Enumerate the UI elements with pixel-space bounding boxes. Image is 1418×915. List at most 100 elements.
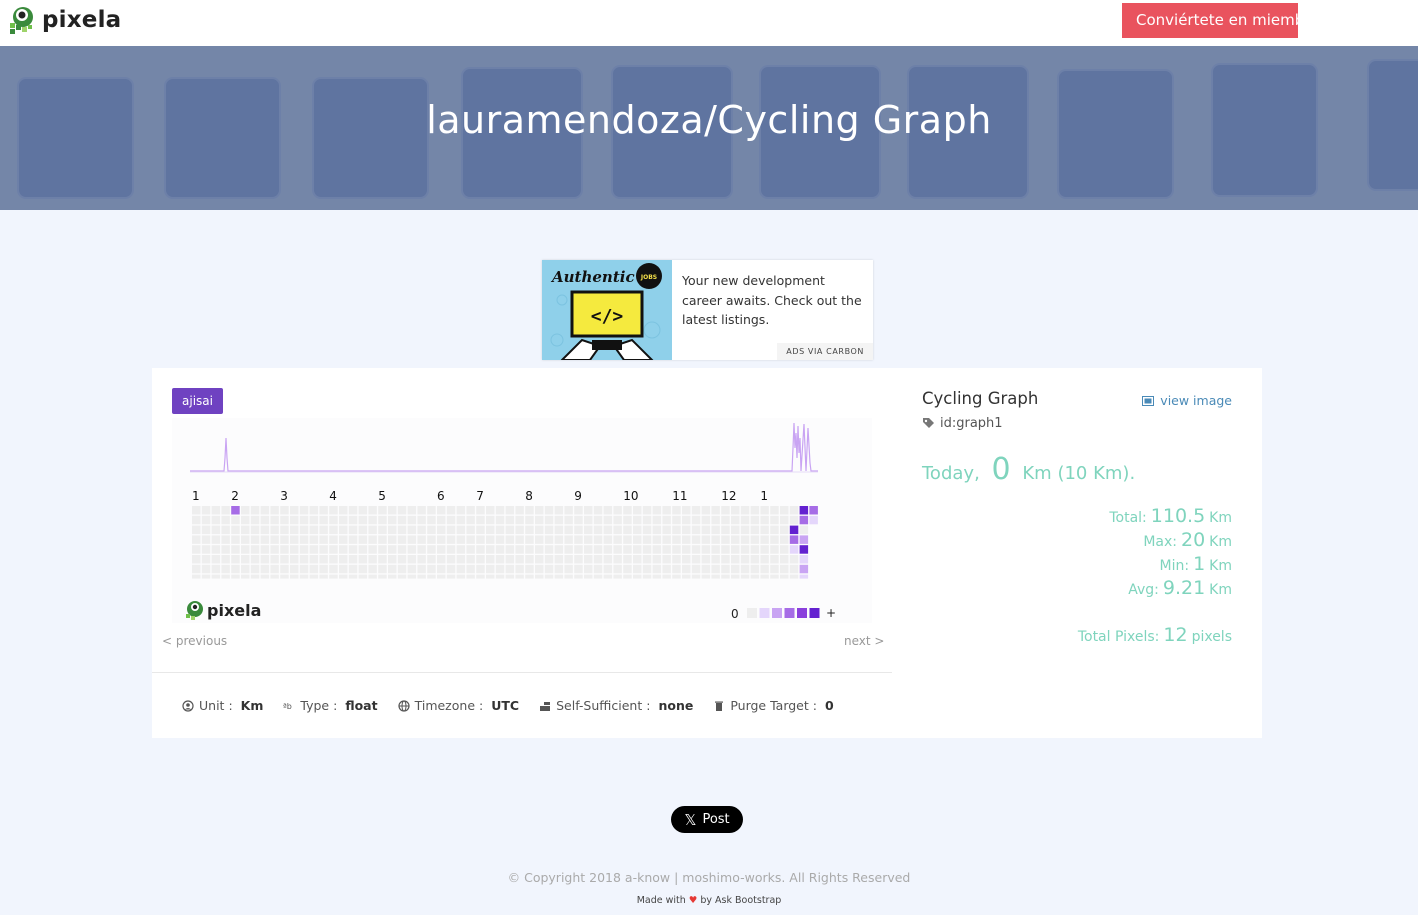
pixel-cell[interactable] xyxy=(780,545,789,554)
pixel-cell[interactable] xyxy=(809,506,818,515)
pixel-cell[interactable] xyxy=(711,525,720,535)
pixel-cell[interactable] xyxy=(593,545,603,554)
pixel-cell[interactable] xyxy=(270,515,279,525)
pixel-cell[interactable] xyxy=(564,515,573,525)
pixel-cell[interactable] xyxy=(740,525,750,535)
pixel-cell[interactable] xyxy=(731,535,740,544)
next-link[interactable]: next > xyxy=(844,634,884,648)
pixel-cell[interactable] xyxy=(544,515,554,525)
pixel-cell[interactable] xyxy=(358,574,368,579)
pixel-cell[interactable] xyxy=(241,574,250,579)
pixel-cell[interactable] xyxy=(770,555,779,564)
pixel-cell[interactable] xyxy=(711,574,720,579)
pixel-cell[interactable] xyxy=(731,515,740,525)
pixel-cell[interactable] xyxy=(397,525,407,535)
pixel-cell[interactable] xyxy=(250,574,260,579)
pixel-cell[interactable] xyxy=(201,506,211,515)
made-by-text[interactable]: by Ask Bootstrap xyxy=(700,895,781,906)
pixel-cell[interactable] xyxy=(672,506,681,515)
pixel-cell[interactable] xyxy=(397,506,407,515)
pixel-cell[interactable] xyxy=(446,564,456,574)
pixel-cell[interactable] xyxy=(299,535,309,544)
pixel-cell[interactable] xyxy=(554,564,564,574)
pixel-cell[interactable] xyxy=(378,535,387,544)
pixel-cell[interactable] xyxy=(672,574,681,579)
pixel-cell[interactable] xyxy=(721,515,730,525)
pixel-cell[interactable] xyxy=(789,555,799,564)
pixel-cell[interactable] xyxy=(789,545,799,554)
pixel-cell[interactable] xyxy=(231,564,240,574)
pixel-cell[interactable] xyxy=(241,506,250,515)
pixel-cell[interactable] xyxy=(290,535,299,544)
pixel-cell[interactable] xyxy=(721,564,730,574)
pixel-cell[interactable] xyxy=(407,545,417,554)
ad-via-label[interactable]: ADS VIA CARBON xyxy=(777,343,873,360)
pixel-cell[interactable] xyxy=(505,525,515,535)
pixel-cell[interactable] xyxy=(446,574,456,579)
pixel-cell[interactable] xyxy=(505,574,515,579)
pixel-cell[interactable] xyxy=(486,535,495,544)
pixel-cell[interactable] xyxy=(662,535,671,544)
pixel-cell[interactable] xyxy=(456,574,466,579)
pixel-cell[interactable] xyxy=(299,574,309,579)
pixel-cell[interactable] xyxy=(642,545,652,554)
pixel-cell[interactable] xyxy=(192,506,201,515)
view-image-link[interactable]: view image xyxy=(1142,393,1232,408)
pixel-cell[interactable] xyxy=(486,515,495,525)
pixel-cell[interactable] xyxy=(486,506,495,515)
pixel-cell[interactable] xyxy=(241,545,250,554)
pixel-cell[interactable] xyxy=(270,574,279,579)
pixel-cell[interactable] xyxy=(309,564,319,574)
pixel-cell[interactable] xyxy=(584,564,593,574)
pixel-cell[interactable] xyxy=(701,574,711,579)
pixel-cell[interactable] xyxy=(535,535,544,544)
pixel-cell[interactable] xyxy=(319,574,328,579)
pixel-cell[interactable] xyxy=(466,574,475,579)
pixel-cell[interactable] xyxy=(201,545,211,554)
pixel-cell[interactable] xyxy=(486,525,495,535)
pixel-cell[interactable] xyxy=(613,545,622,554)
pixel-cell[interactable] xyxy=(417,525,426,535)
pixel-cell[interactable] xyxy=(407,515,417,525)
pixel-cell[interactable] xyxy=(211,506,221,515)
pixel-cell[interactable] xyxy=(437,535,446,544)
pixel-cell[interactable] xyxy=(789,515,799,525)
pixel-cell[interactable] xyxy=(368,535,377,544)
pixel-cell[interactable] xyxy=(309,555,319,564)
pixel-cell[interactable] xyxy=(652,545,662,554)
pixel-cell[interactable] xyxy=(544,564,554,574)
pixel-cell[interactable] xyxy=(662,545,671,554)
pixel-cell[interactable] xyxy=(603,574,613,579)
pixel-cell[interactable] xyxy=(721,555,730,564)
pixel-cell[interactable] xyxy=(466,555,475,564)
pixel-cell[interactable] xyxy=(770,515,779,525)
pixel-cell[interactable] xyxy=(427,574,436,579)
pixel-cell[interactable] xyxy=(701,545,711,554)
pixel-cell[interactable] xyxy=(329,555,338,564)
pixel-cell[interactable] xyxy=(525,564,534,574)
pixel-cell[interactable] xyxy=(427,535,436,544)
pixel-cell[interactable] xyxy=(221,545,230,554)
pixel-cell[interactable] xyxy=(525,515,534,525)
pixel-cell[interactable] xyxy=(603,515,613,525)
pixel-cell[interactable] xyxy=(750,506,760,515)
pixel-cell[interactable] xyxy=(701,506,711,515)
pixel-cell[interactable] xyxy=(711,506,720,515)
pixel-cell[interactable] xyxy=(348,535,358,544)
pixel-cell[interactable] xyxy=(691,574,701,579)
pixel-cell[interactable] xyxy=(368,545,377,554)
pixel-cell[interactable] xyxy=(613,535,622,544)
pixel-cell[interactable] xyxy=(192,545,201,554)
pixel-cell[interactable] xyxy=(544,574,554,579)
pixel-cell[interactable] xyxy=(437,574,446,579)
pixel-cell[interactable] xyxy=(515,555,524,564)
pixel-cell[interactable] xyxy=(593,564,603,574)
pixel-cell[interactable] xyxy=(192,515,201,525)
pixel-cell[interactable] xyxy=(515,574,524,579)
pixel-cell[interactable] xyxy=(250,564,260,574)
pixel-cell[interactable] xyxy=(682,506,691,515)
pixel-cell[interactable] xyxy=(358,506,368,515)
pixel-cell[interactable] xyxy=(192,525,201,535)
pixel-cell[interactable] xyxy=(270,506,279,515)
pixel-cell[interactable] xyxy=(486,545,495,554)
